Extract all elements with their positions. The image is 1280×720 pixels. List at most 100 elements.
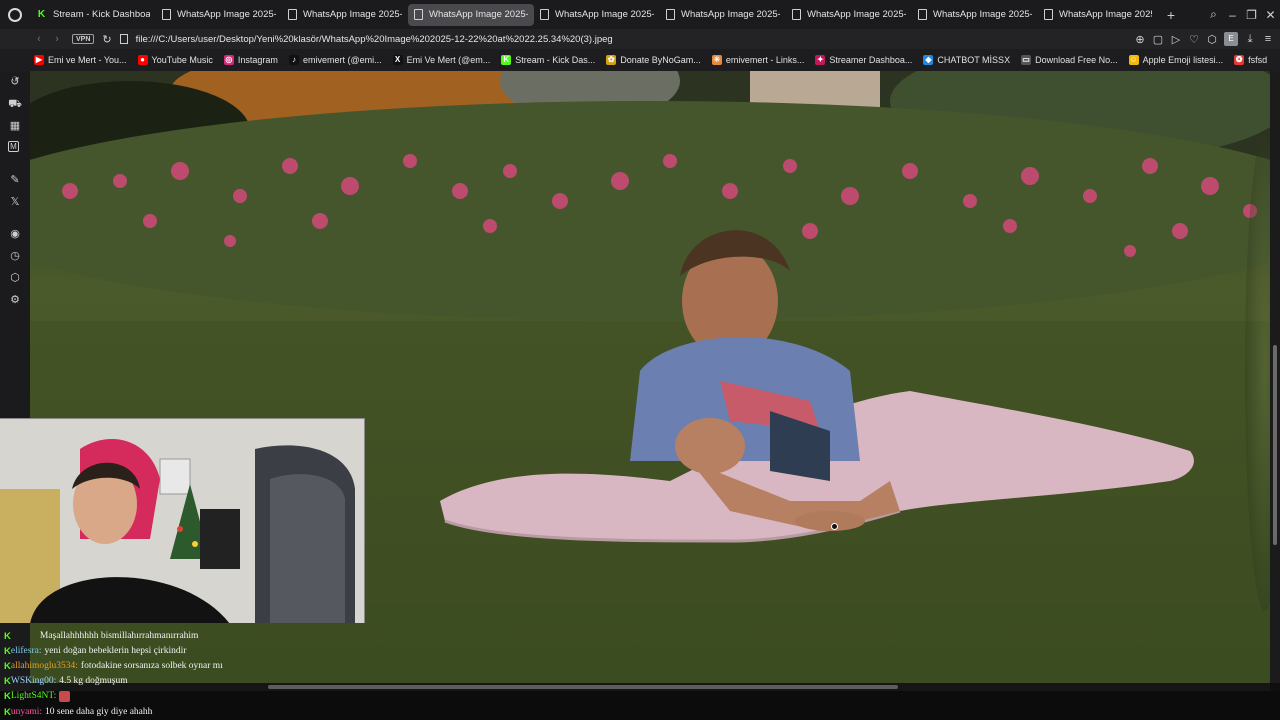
play-icon[interactable]: ▷ [1170, 33, 1182, 46]
chat-username[interactable]: allahimoglu3534: [11, 661, 78, 671]
file-icon [119, 34, 128, 44]
streamer-webcam-feed [0, 419, 364, 623]
browser-logo-icon[interactable] [0, 0, 30, 29]
tab-title: WhatsApp Image 2025- [555, 9, 654, 20]
document-icon [540, 9, 549, 20]
window-controls: ⌕ – ❐ ✕ [1204, 0, 1280, 29]
bookmark-label: Stream - Kick Das... [515, 55, 596, 65]
menu-icon[interactable]: ≡ [1262, 33, 1274, 45]
bookmark-favicon-icon: K [501, 55, 512, 65]
chat-username[interactable]: unyami: [11, 707, 42, 717]
bookmark-item[interactable]: ☺ Apple Emoji listesi... [1128, 55, 1224, 65]
url-field[interactable]: file:///C:/Users/user/Desktop/Yeni%20kla… [136, 34, 613, 45]
bookmark-item[interactable]: ❂ fsfsd [1234, 55, 1267, 65]
kick-badge-icon: K [4, 706, 11, 718]
tab-7[interactable]: WhatsApp Image 2025- [912, 4, 1038, 26]
kick-icon: K [37, 9, 46, 20]
bookmark-favicon-icon: ❂ [1234, 55, 1245, 65]
snapshot-icon[interactable]: ▢ [1152, 33, 1164, 46]
extensions-panel-icon[interactable]: ⬡ [8, 271, 22, 285]
toolbar-actions: ⊕ ▢ ▷ ♡ ⬡ E ⤓ ≡ [1134, 29, 1274, 49]
profile-avatar[interactable]: E [1224, 32, 1238, 46]
tab-title: WhatsApp Image 2025- [681, 9, 780, 20]
chat-username[interactable]: elifesra: [11, 646, 42, 656]
bookmark-label: Apple Emoji listesi... [1142, 55, 1224, 65]
bookmark-favicon-icon: ▶ [34, 55, 44, 65]
chat-message: Kallahimoglu3534: fotodakine sorsanıza so… [4, 659, 223, 673]
tab-8[interactable]: WhatsApp Image 2025- [1038, 4, 1158, 26]
tab-5[interactable]: WhatsApp Image 2025- [660, 4, 786, 26]
vpn-badge[interactable]: VPN [72, 34, 95, 44]
bookmark-favicon-icon: ◎ [223, 55, 234, 65]
chat-text: fotodakine sorsanıza solbek oynar mı [80, 661, 223, 671]
tab-2[interactable]: WhatsApp Image 2025- [282, 4, 408, 26]
bookmark-favicon-icon: ✦ [815, 55, 826, 65]
bookmark-item[interactable]: ✦ Streamer Dashboa... [815, 55, 912, 65]
bookmark-label: Donate ByNoGam... [620, 55, 701, 65]
bookmark-item[interactable]: X Emi Ve Mert (@em... [392, 55, 490, 65]
download-icon[interactable]: ⤓ [1244, 33, 1256, 46]
bookmark-label: fsfsd [1248, 55, 1268, 65]
chat-text: yeni doğan bebeklerin hepsi çirkindir [44, 646, 187, 656]
bookmark-item[interactable]: ✳ emivemert - Links... [711, 55, 804, 65]
browser-window: K Stream - Kick Dashboard WhatsApp Image… [0, 0, 1280, 720]
bookmark-favicon-icon: ◆ [923, 55, 934, 65]
bookmark-favicon-icon: ♪ [288, 55, 299, 65]
zoom-icon[interactable]: ⊕ [1134, 33, 1146, 46]
shopping-icon[interactable]: ⛟ [8, 97, 22, 111]
tab-6[interactable]: WhatsApp Image 2025- [786, 4, 912, 26]
kick-badge-icon: K [4, 660, 11, 672]
x-icon[interactable]: 𝕏 [8, 195, 22, 209]
bookmark-item[interactable]: ● YouTube Music [137, 55, 213, 65]
bookmark-label: CHATBOT MİSSX [937, 55, 1011, 65]
vertical-scrollbar[interactable] [1270, 71, 1280, 683]
minimize-icon[interactable]: – [1223, 8, 1242, 22]
bookmark-item[interactable]: ♪ emivemert (@emi... [288, 55, 382, 65]
chat-text: Maşallahhhhhh bismillahırrahmanırrahim [39, 631, 199, 641]
bookmark-item[interactable]: ▶ Emi ve Mert - You... [34, 55, 127, 65]
bookmark-favicon-icon: ✿ [606, 55, 617, 65]
bookmark-label: Instagram [237, 55, 278, 65]
document-icon [288, 9, 297, 20]
bookmark-item[interactable]: ◎ Instagram [223, 55, 278, 65]
close-icon[interactable]: ✕ [1261, 8, 1280, 22]
tab-3-active[interactable]: WhatsApp Image 2025- [408, 3, 534, 26]
kick-badge-icon: K [4, 645, 11, 657]
bookmark-item[interactable]: K Stream - Kick Das... [501, 55, 595, 65]
bookmark-favicon-icon: ✳ [711, 55, 722, 65]
bookmark-item[interactable]: ✿ Donate ByNoGam... [606, 55, 701, 65]
chat-text: 4.5 kg doğmuşum [59, 676, 128, 686]
mouse-cursor [831, 523, 838, 530]
pen-icon[interactable]: ✎ [8, 173, 22, 187]
tab-title: WhatsApp Image 2025- [807, 9, 906, 20]
back-icon[interactable]: ‹ [30, 33, 48, 45]
chat-message: K WSKing00: 4.5 kg doğmuşum [4, 674, 128, 688]
extensions-icon[interactable]: ⬡ [1206, 33, 1218, 46]
document-icon [918, 9, 927, 20]
address-bar: ‹ › VPN ↻ file:///C:/Users/user/Desktop/… [0, 29, 1280, 49]
tab-title: WhatsApp Image 2025- [933, 9, 1032, 20]
chat-username[interactable]: LightS4NT: [11, 691, 56, 701]
vertical-scroll-thumb[interactable] [1273, 345, 1277, 545]
tab-title: WhatsApp Image 2025- [303, 9, 402, 20]
chat-message: Kelifesra: yeni doğan bebeklerin hepsi çi… [4, 644, 186, 658]
clock-icon[interactable]: ◷ [8, 249, 22, 263]
tab-4[interactable]: WhatsApp Image 2025- [534, 4, 660, 26]
m-app-icon[interactable]: M [8, 141, 19, 152]
bookmark-item[interactable]: ▭ Download Free No... [1021, 55, 1118, 65]
maximize-icon[interactable]: ❐ [1242, 8, 1261, 22]
bookmark-item[interactable]: ◆ CHATBOT MİSSX [923, 55, 1010, 65]
chat-text: 10 sene daha giy diye ahahh [45, 707, 153, 717]
reload-icon[interactable]: ↻ [102, 33, 111, 46]
forward-icon[interactable]: › [48, 33, 66, 45]
settings-icon[interactable]: ⚙ [8, 293, 22, 307]
tab-1[interactable]: WhatsApp Image 2025- [156, 4, 282, 26]
search-tabs-icon[interactable]: ⌕ [1204, 7, 1223, 22]
wallet-icon[interactable]: ▦ [8, 119, 22, 133]
history-icon[interactable]: ↺ [8, 75, 22, 89]
chat-username[interactable]: WSKing00: [11, 676, 56, 686]
music-icon[interactable]: ◉ [8, 227, 22, 241]
heart-icon[interactable]: ♡ [1188, 33, 1200, 46]
tab-0[interactable]: K Stream - Kick Dashboard [30, 4, 156, 26]
new-tab-icon[interactable]: + [1162, 7, 1180, 23]
